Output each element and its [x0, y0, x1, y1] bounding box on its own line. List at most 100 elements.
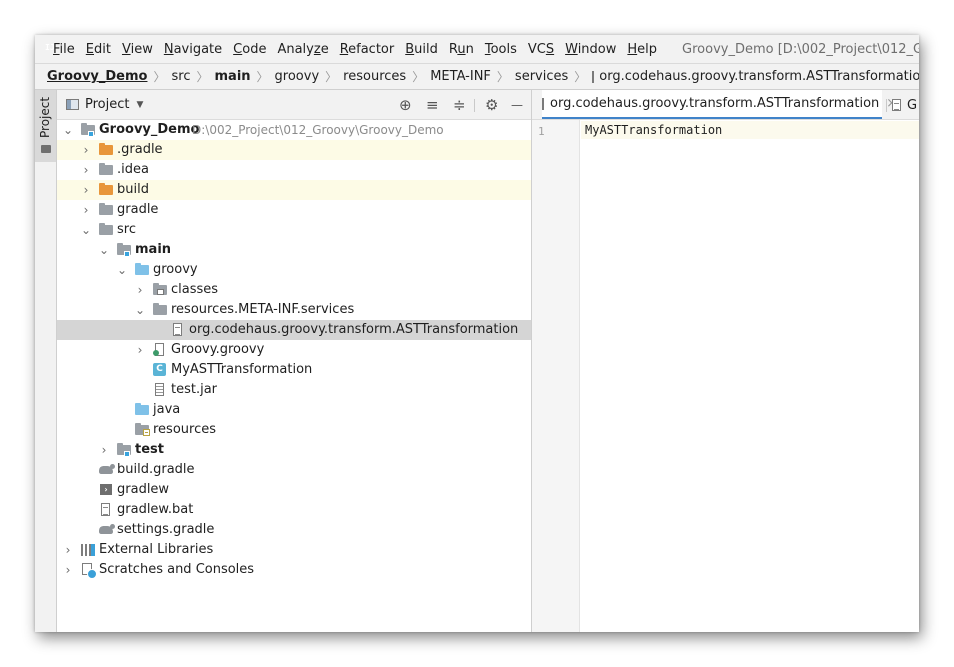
project-panel: Project ▼ ⊕ ≡ ≑ ⚙ — ⌄ Groovy_Demo D:\002…	[57, 90, 532, 632]
chevron-down-icon[interactable]: ⌄	[62, 120, 74, 140]
menu-build[interactable]: Build	[405, 42, 438, 57]
breadcrumb-services[interactable]: services	[515, 69, 568, 84]
project-tool-window-button[interactable]: Project	[35, 90, 56, 162]
source-folder-icon	[134, 400, 150, 420]
chevron-down-icon[interactable]: ⌄	[98, 240, 110, 260]
line-number-gutter: 1	[532, 120, 580, 632]
menu-edit[interactable]: Edit	[86, 42, 111, 57]
tree-row-build-gradle[interactable]: build.gradle	[57, 460, 531, 480]
source-folder-icon	[134, 260, 150, 280]
module-folder-icon	[80, 120, 96, 140]
chevron-right-icon[interactable]: ›	[80, 160, 92, 180]
tree-row-ast-class[interactable]: C MyASTTransformation	[57, 360, 531, 380]
hide-panel-icon[interactable]: —	[511, 96, 523, 114]
collapse-all-icon[interactable]: ≑	[453, 96, 466, 114]
tree-row-jar[interactable]: test.jar	[57, 380, 531, 400]
tree-label: test	[135, 442, 164, 457]
tree-label: MyASTTransformation	[171, 362, 313, 377]
tree-label: Groovy.groovy	[171, 342, 265, 357]
tool-window-stripe: Project	[35, 90, 57, 632]
chevron-right-icon[interactable]: ›	[80, 140, 92, 160]
breadcrumb-resources[interactable]: resources	[343, 69, 406, 84]
editor-tab-second[interactable]: G	[892, 90, 919, 119]
tree-label: gradle	[117, 202, 159, 217]
tree-label: .gradle	[117, 142, 163, 157]
tree-label-root: Groovy_Demo	[99, 122, 200, 137]
chevron-down-icon[interactable]: ▼	[136, 100, 143, 110]
tree-label: classes	[171, 282, 219, 297]
menu-window[interactable]: Window	[565, 42, 616, 57]
chevron-right-icon[interactable]: ›	[62, 560, 74, 580]
tree-row-gradlew[interactable]: › gradlew	[57, 480, 531, 500]
tree-row-idea[interactable]: › .idea	[57, 160, 531, 180]
editor-tab-label: org.codehaus.groovy.transform.ASTTransfo…	[550, 96, 880, 111]
menu-tools[interactable]: Tools	[485, 42, 517, 57]
tree-row-resources-package[interactable]: ⌄ resources.META-INF.services	[57, 300, 531, 320]
chevron-right-icon[interactable]: ›	[134, 280, 146, 300]
tree-row-root[interactable]: ⌄ Groovy_Demo D:\002_Project\012_Groovy\…	[57, 120, 531, 140]
breadcrumb-file[interactable]: org.codehaus.groovy.transform.ASTTransfo…	[599, 69, 919, 84]
tree-row-external-libraries[interactable]: › External Libraries	[57, 540, 531, 560]
tree-row-scratches[interactable]: › Scratches and Consoles	[57, 560, 531, 580]
tree-row-main[interactable]: ⌄ main	[57, 240, 531, 260]
tree-row-java[interactable]: java	[57, 400, 531, 420]
locate-icon[interactable]: ⊕	[399, 96, 412, 114]
module-folder-icon	[116, 440, 132, 460]
editor-tab-active[interactable]: org.codehaus.groovy.transform.ASTTransfo…	[542, 90, 897, 119]
menu-vcs[interactable]: VCS	[528, 42, 554, 57]
project-tree: ⌄ Groovy_Demo D:\002_Project\012_Groovy\…	[57, 120, 531, 580]
tree-row-groovy-script[interactable]: › Groovy.groovy	[57, 340, 531, 360]
tree-root-path: D:\002_Project\012_Groovy\Groovy_Demo	[192, 123, 444, 137]
breadcrumb-project[interactable]: Groovy_Demo	[47, 69, 147, 84]
tree-row-resources[interactable]: resources	[57, 420, 531, 440]
project-view-selector[interactable]: Project	[85, 97, 129, 112]
menu-navigate[interactable]: Navigate	[164, 42, 222, 57]
chevron-right-icon: 〉	[412, 70, 425, 84]
chevron-right-icon[interactable]: ›	[98, 440, 110, 460]
editor: org.codehaus.groovy.transform.ASTTransfo…	[532, 90, 919, 632]
tree-row-gradle[interactable]: › gradle	[57, 200, 531, 220]
tree-label: External Libraries	[99, 542, 214, 557]
menu-help[interactable]: Help	[627, 42, 657, 57]
menu-file[interactable]: File	[53, 42, 75, 57]
menu-code[interactable]: Code	[233, 42, 266, 57]
chevron-right-icon[interactable]: ›	[62, 540, 74, 560]
chevron-down-icon[interactable]: ⌄	[116, 260, 128, 280]
tree-row-build[interactable]: › build	[57, 180, 531, 200]
tree-row-service-file[interactable]: org.codehaus.groovy.transform.ASTTransfo…	[57, 320, 531, 340]
folder-icon	[41, 145, 51, 153]
breadcrumb-src[interactable]: src	[172, 69, 191, 84]
breadcrumb-groovy[interactable]: groovy	[275, 69, 320, 84]
tree-row-dot-gradle[interactable]: › .gradle	[57, 140, 531, 160]
tree-row-classes[interactable]: › classes	[57, 280, 531, 300]
text-file-icon	[592, 70, 595, 83]
toolbar-separator	[474, 99, 475, 112]
chevron-right-icon[interactable]: ›	[134, 340, 146, 360]
breadcrumb-main[interactable]: main	[215, 69, 251, 84]
menu-view[interactable]: View	[122, 42, 153, 57]
project-stripe-label: Project	[38, 96, 52, 138]
tree-row-test[interactable]: › test	[57, 440, 531, 460]
tree-label: settings.gradle	[117, 522, 215, 537]
menu-analyze[interactable]: Analyze	[277, 42, 328, 57]
menu-run[interactable]: Run	[449, 42, 474, 57]
expand-all-icon[interactable]: ≡	[426, 96, 439, 114]
jar-file-icon	[152, 380, 168, 400]
chevron-right-icon: 〉	[153, 70, 166, 84]
tree-label: resources	[153, 422, 217, 437]
chevron-right-icon[interactable]: ›	[80, 180, 92, 200]
tab-separator	[886, 99, 887, 112]
tree-label: src	[117, 222, 136, 237]
code-line[interactable]: MyASTTransformation	[585, 121, 722, 139]
tree-row-groovy[interactable]: ⌄ groovy	[57, 260, 531, 280]
breadcrumb-meta-inf[interactable]: META-INF	[430, 69, 491, 84]
menu-refactor[interactable]: Refactor	[340, 42, 395, 57]
chevron-right-icon[interactable]: ›	[80, 200, 92, 220]
chevron-down-icon[interactable]: ⌄	[80, 220, 92, 240]
tree-label: test.jar	[171, 382, 218, 397]
chevron-down-icon[interactable]: ⌄	[134, 300, 146, 320]
tree-row-settings-gradle[interactable]: settings.gradle	[57, 520, 531, 540]
tree-row-gradlew-bat[interactable]: gradlew.bat	[57, 500, 531, 520]
tree-row-src[interactable]: ⌄ src	[57, 220, 531, 240]
gear-icon[interactable]: ⚙	[485, 96, 498, 114]
